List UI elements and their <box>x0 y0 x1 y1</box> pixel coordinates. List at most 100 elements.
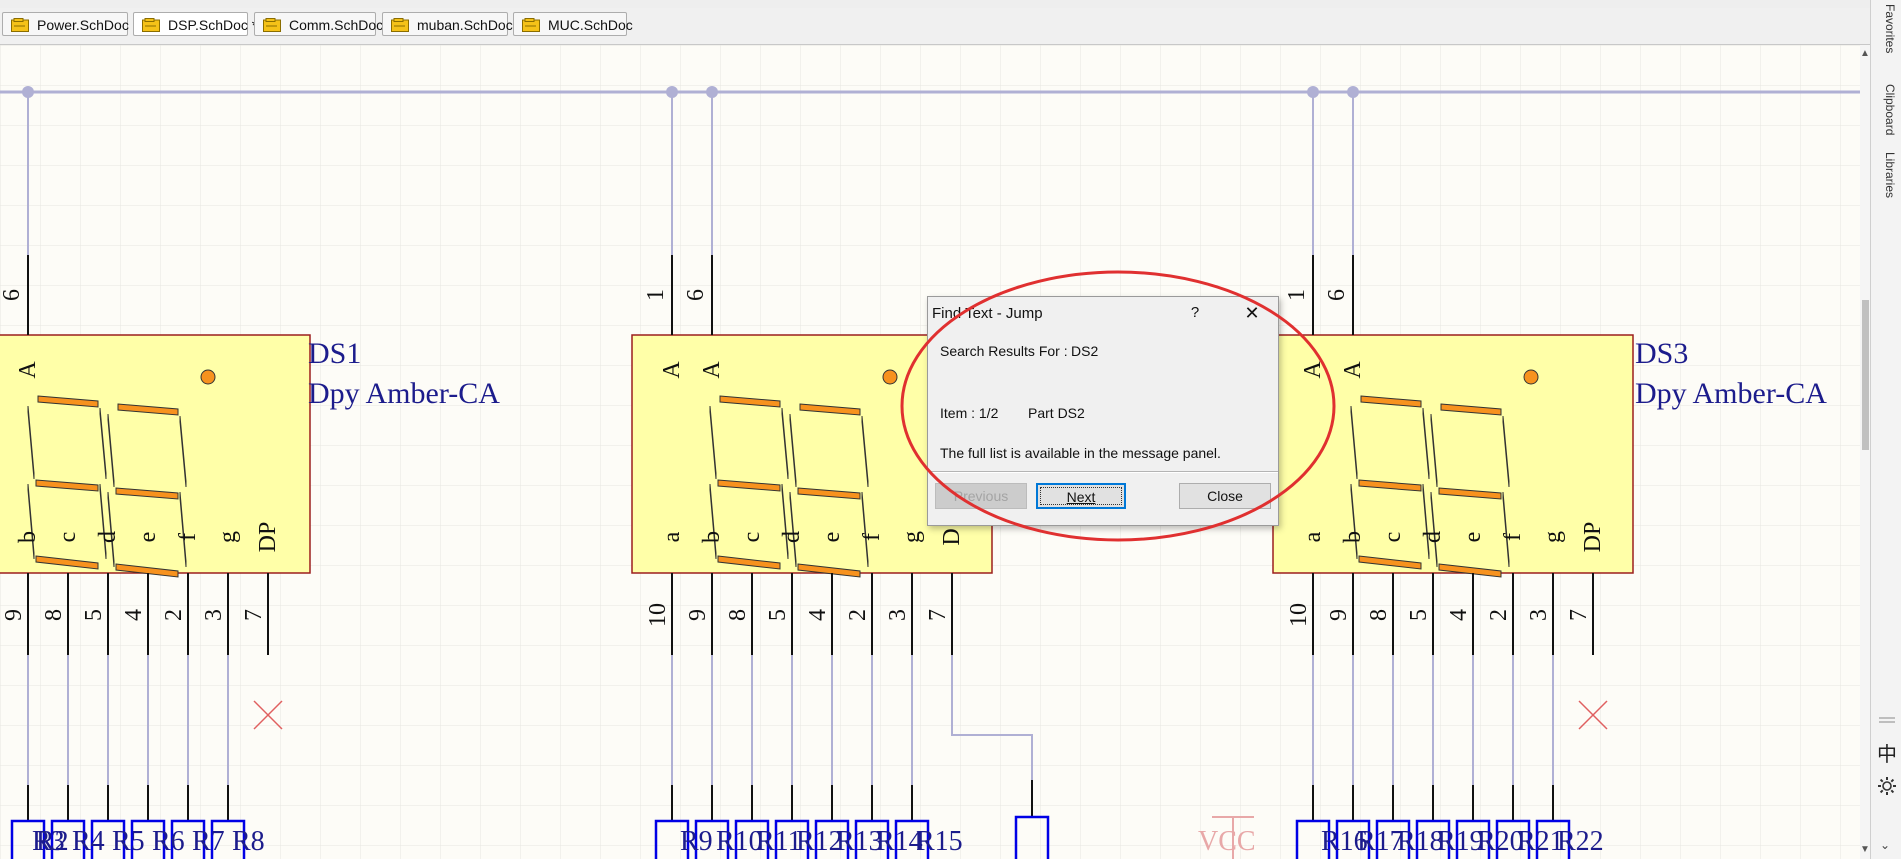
ds3-bottom-pin-number: 5 <box>1406 609 1432 621</box>
previous-button[interactable]: Previous <box>935 483 1027 509</box>
ds3-bottom-pin-number: 8 <box>1366 609 1392 621</box>
ds1-bottom-pin-name: c <box>55 532 81 543</box>
find-text-jump-dialog: Find Text - Jump ? ✕ Search Results For … <box>927 296 1279 526</box>
panel-chevron-down-icon[interactable]: ⌄ <box>1880 838 1890 852</box>
ds3-bottom-pin-number: 2 <box>1486 609 1512 621</box>
input-language-indicator[interactable]: 中 <box>1877 738 1897 767</box>
tab-muban-schdoc[interactable]: muban.SchDoc <box>382 12 513 36</box>
ds3-decimal-point <box>1523 369 1539 385</box>
ds3-bottom-pin-name: DP <box>1580 522 1606 553</box>
junction-dot <box>706 86 718 98</box>
ds3-bottom-pin-number: 9 <box>1326 609 1352 621</box>
ds2-resistor-designator: R15 <box>916 826 963 857</box>
next-button[interactable]: Next <box>1036 483 1126 509</box>
ds1-decimal-point <box>200 369 216 385</box>
scroll-up-arrow[interactable]: ▲ <box>1860 47 1870 61</box>
scroll-down-arrow[interactable]: ▼ <box>1860 843 1870 857</box>
gear-icon[interactable] <box>1877 776 1897 796</box>
right-side-panel: Favorites Clipboard Libraries 中 ⌄ <box>1870 0 1901 859</box>
panel-tab-libraries[interactable]: Libraries <box>1875 152 1897 198</box>
ds1-bottom-pin-number: 5 <box>81 609 107 621</box>
ds1-top-pin-number: 6 <box>0 289 25 301</box>
tab-dsp-schdoc[interactable]: DSP.SchDoc * <box>133 12 257 36</box>
ds1-resistor-designator: R6 <box>152 826 185 857</box>
ds2-bottom-pin-number: 5 <box>765 609 791 621</box>
ds3-body <box>1272 334 1634 574</box>
ds2-bottom-pin-name: e <box>819 532 845 543</box>
close-icon[interactable]: ✕ <box>1238 301 1266 325</box>
tab-label: Comm.SchDoc <box>289 17 384 33</box>
ds3-bottom-pin-name: e <box>1460 532 1486 543</box>
ds2-bottom-pin-name: D <box>939 528 965 545</box>
tab-label: muban.SchDoc <box>417 17 513 33</box>
tab-label: DSP.SchDoc * <box>168 17 258 33</box>
ds2-bottom-pin-number: 8 <box>725 609 751 621</box>
tab-power-schdoc[interactable]: Power.SchDoc <box>2 12 129 36</box>
ds1-bottom-pin-number: 9 <box>1 609 27 621</box>
ds2-resistor-designator: R11 <box>756 826 802 857</box>
ds3-bottom-pin-name: g <box>1540 531 1566 543</box>
ds2-top-pin-name: A <box>659 361 685 379</box>
ds1-bottom-pin-name: f <box>175 533 201 541</box>
ds1-comment: Dpy Amber-CA <box>308 377 500 410</box>
schematic-doc-icon <box>391 18 409 32</box>
dialog-title: Find Text - Jump <box>932 305 1043 322</box>
search-results-value: DS2 <box>1071 343 1099 359</box>
ds2-bottom-pin-number: 3 <box>885 609 911 621</box>
junction-dot <box>22 86 34 98</box>
junction-dot <box>666 86 678 98</box>
ds1-bottom-pin-number: 7 <box>241 609 267 621</box>
ds2-bottom-pin-number: 4 <box>805 609 831 621</box>
ds1-bottom-pin-name: DP <box>255 522 281 553</box>
tab-comm-schdoc[interactable]: Comm.SchDoc <box>254 12 383 36</box>
ds3-bottom-pin-name: f <box>1500 533 1526 541</box>
ds3-bottom-pin-name: a <box>1300 531 1326 542</box>
close-button[interactable]: Close <box>1179 483 1271 509</box>
ds2-bottom-pin-number: 10 <box>645 603 671 627</box>
schematic-doc-icon <box>263 18 281 32</box>
ds1-bottom-pin-name: e <box>135 532 161 543</box>
ds3-bottom-pin-number: 3 <box>1526 609 1552 621</box>
vcc-label: VCC <box>1198 826 1256 857</box>
ds1-bottom-pin-name: g <box>215 531 241 543</box>
ds2-decimal-point <box>882 369 898 385</box>
ds1-resistor-designator: R3 <box>32 826 65 857</box>
ds1-resistor-designator: R5 <box>112 826 145 857</box>
ds1-bottom-pin-name: b <box>15 531 41 543</box>
message-panel-note: The full list is available in the messag… <box>940 445 1221 461</box>
ds2-top-pin-number: 6 <box>683 289 709 301</box>
ds2-bottom-pin-name: a <box>659 531 685 542</box>
dialog-separator <box>928 471 1278 473</box>
tab-muc-schdoc[interactable]: MUC.SchDoc <box>513 12 633 36</box>
ds3-bottom-pin-number: 7 <box>1566 609 1592 621</box>
ds2-bottom-pin-number: 9 <box>685 609 711 621</box>
ds2-bottom-pin-number: 7 <box>925 609 951 621</box>
panel-tab-clipboard[interactable]: Clipboard <box>1875 84 1897 135</box>
help-button[interactable]: ? <box>1182 301 1208 325</box>
ds3-bottom-pin-name: c <box>1380 532 1406 543</box>
ds3-comment: Dpy Amber-CA <box>1635 377 1827 410</box>
ds1-bottom-pin-number: 3 <box>201 609 227 621</box>
schematic-doc-icon <box>142 18 160 32</box>
ds1-bottom-pin-name: d <box>95 531 121 543</box>
ds3-top-pin-number: 6 <box>1324 289 1350 301</box>
ds1-resistor-designator: R7 <box>192 826 225 857</box>
item-value: Part DS2 <box>1028 405 1085 421</box>
ds1-designator: DS1 <box>308 337 361 370</box>
ds2-bottom-pin-name: b <box>699 531 725 543</box>
schematic-doc-icon <box>11 18 29 32</box>
tab-label: Power.SchDoc <box>37 17 129 33</box>
ds1-resistor-designator: R4 <box>72 826 105 857</box>
ds3-top-pin-name: A <box>1340 361 1366 379</box>
vertical-scrollbar[interactable]: ▲ ▼ <box>1860 45 1870 859</box>
panel-tab-favorites[interactable]: Favorites <box>1875 4 1897 53</box>
schematic-doc-icon <box>522 18 540 32</box>
tab-label: MUC.SchDoc <box>548 17 633 33</box>
junction-dot <box>1307 86 1319 98</box>
ds2-bottom-pin-name: g <box>899 531 925 543</box>
grip-icon <box>1879 717 1895 723</box>
document-tab-bar: Power.SchDoc DSP.SchDoc * Comm.SchDoc mu… <box>0 8 1870 45</box>
scrollbar-thumb[interactable] <box>1862 300 1869 450</box>
ds1-top-pin-name: A <box>15 361 41 379</box>
ds2-bottom-pin-number: 2 <box>845 609 871 621</box>
